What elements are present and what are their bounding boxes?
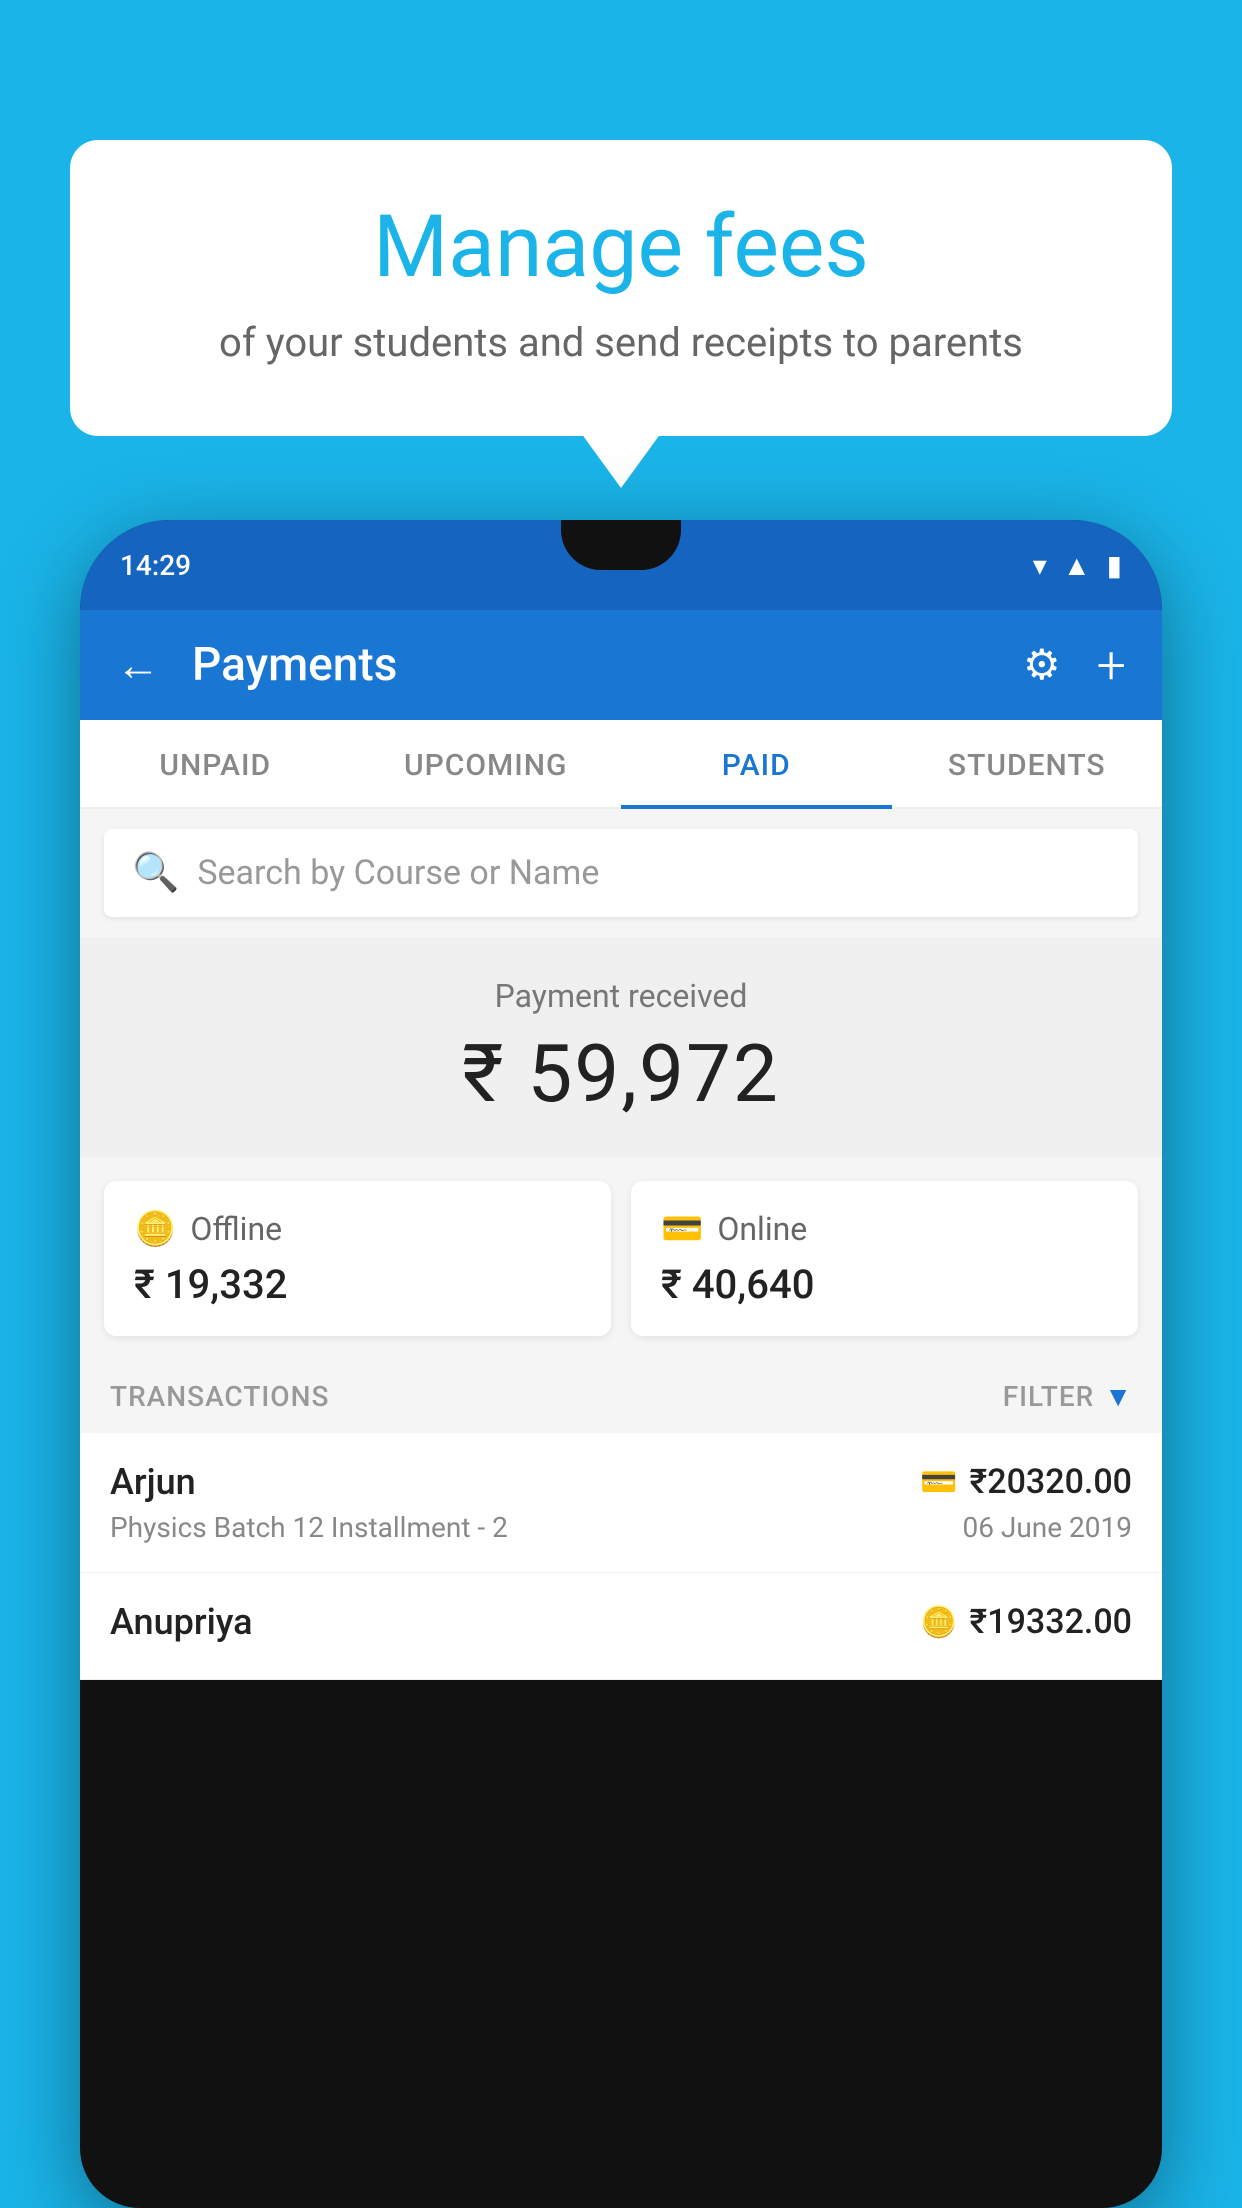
transactions-header: TRANSACTIONS FILTER ▼ xyxy=(80,1360,1162,1433)
transaction-top: Anupriya 🪙 ₹19332.00 xyxy=(110,1601,1132,1643)
search-placeholder: Search by Course or Name xyxy=(197,853,599,893)
filter-area[interactable]: FILTER ▼ xyxy=(1003,1380,1132,1413)
phone-frame: 14:29 ▾ ▲ ▮ ← Payments ⚙ + UNPAID UPCOMI… xyxy=(80,520,1162,2208)
offline-icon: 🪙 xyxy=(134,1209,176,1249)
search-icon: 🔍 xyxy=(132,851,179,895)
txn-name: Arjun xyxy=(110,1461,196,1503)
txn-amount: ₹20320.00 xyxy=(970,1462,1132,1502)
online-card: 💳 Online ₹ 40,640 xyxy=(631,1181,1138,1336)
back-button[interactable]: ← xyxy=(116,639,160,691)
txn-date: 06 June 2019 xyxy=(962,1511,1132,1544)
settings-button[interactable]: ⚙ xyxy=(1023,640,1061,690)
payment-cards: 🪙 Offline ₹ 19,332 💳 Online ₹ 40,640 xyxy=(104,1181,1138,1336)
transaction-top: Arjun 💳 ₹20320.00 xyxy=(110,1461,1132,1503)
bubble-subtitle: of your students and send receipts to pa… xyxy=(150,319,1092,366)
tab-paid[interactable]: PAID xyxy=(621,720,892,807)
status-icons: ▾ ▲ ▮ xyxy=(1033,549,1122,582)
txn-payment-icon: 💳 xyxy=(920,1465,957,1500)
add-button[interactable]: + xyxy=(1097,635,1126,696)
payment-amount: ₹ 59,972 xyxy=(80,1027,1162,1121)
transactions-label: TRANSACTIONS xyxy=(110,1380,329,1413)
header-title: Payments xyxy=(192,638,1023,692)
filter-icon: ▼ xyxy=(1104,1380,1132,1413)
search-bar[interactable]: 🔍 Search by Course or Name xyxy=(104,829,1138,917)
txn-amount-area: 🪙 ₹19332.00 xyxy=(920,1602,1132,1642)
filter-label: FILTER xyxy=(1003,1380,1095,1413)
notch xyxy=(561,520,681,570)
online-amount: ₹ 40,640 xyxy=(661,1261,1108,1308)
online-icon: 💳 xyxy=(661,1209,703,1249)
offline-card: 🪙 Offline ₹ 19,332 xyxy=(104,1181,611,1336)
signal-icon: ▲ xyxy=(1063,549,1091,582)
status-bar: 14:29 ▾ ▲ ▮ xyxy=(80,520,1162,610)
online-card-header: 💳 Online xyxy=(661,1209,1108,1249)
bubble-title: Manage fees xyxy=(150,200,1092,295)
txn-payment-icon: 🪙 xyxy=(920,1605,957,1640)
transaction-bottom: Physics Batch 12 Installment - 2 06 June… xyxy=(110,1511,1132,1544)
battery-icon: ▮ xyxy=(1107,549,1122,582)
tabs-bar: UNPAID UPCOMING PAID STUDENTS xyxy=(80,720,1162,809)
speech-bubble-container: Manage fees of your students and send re… xyxy=(70,140,1172,436)
online-label: Online xyxy=(717,1210,807,1248)
offline-amount: ₹ 19,332 xyxy=(134,1261,581,1308)
tab-upcoming[interactable]: UPCOMING xyxy=(351,720,622,807)
phone-content: 🔍 Search by Course or Name Payment recei… xyxy=(80,809,1162,1680)
txn-amount: ₹19332.00 xyxy=(970,1602,1132,1642)
txn-course: Physics Batch 12 Installment - 2 xyxy=(110,1511,508,1544)
transaction-row[interactable]: Anupriya 🪙 ₹19332.00 xyxy=(80,1573,1162,1680)
status-time: 14:29 xyxy=(120,549,191,582)
tab-unpaid[interactable]: UNPAID xyxy=(80,720,351,807)
speech-bubble: Manage fees of your students and send re… xyxy=(70,140,1172,436)
offline-label: Offline xyxy=(190,1210,282,1248)
transaction-row[interactable]: Arjun 💳 ₹20320.00 Physics Batch 12 Insta… xyxy=(80,1433,1162,1573)
offline-card-header: 🪙 Offline xyxy=(134,1209,581,1249)
payment-summary: Payment received ₹ 59,972 xyxy=(80,937,1162,1157)
app-header: ← Payments ⚙ + xyxy=(80,610,1162,720)
wifi-icon: ▾ xyxy=(1033,549,1047,582)
txn-name: Anupriya xyxy=(110,1601,253,1643)
payment-received-label: Payment received xyxy=(80,977,1162,1015)
txn-amount-area: 💳 ₹20320.00 xyxy=(920,1462,1132,1502)
tab-students[interactable]: STUDENTS xyxy=(892,720,1163,807)
